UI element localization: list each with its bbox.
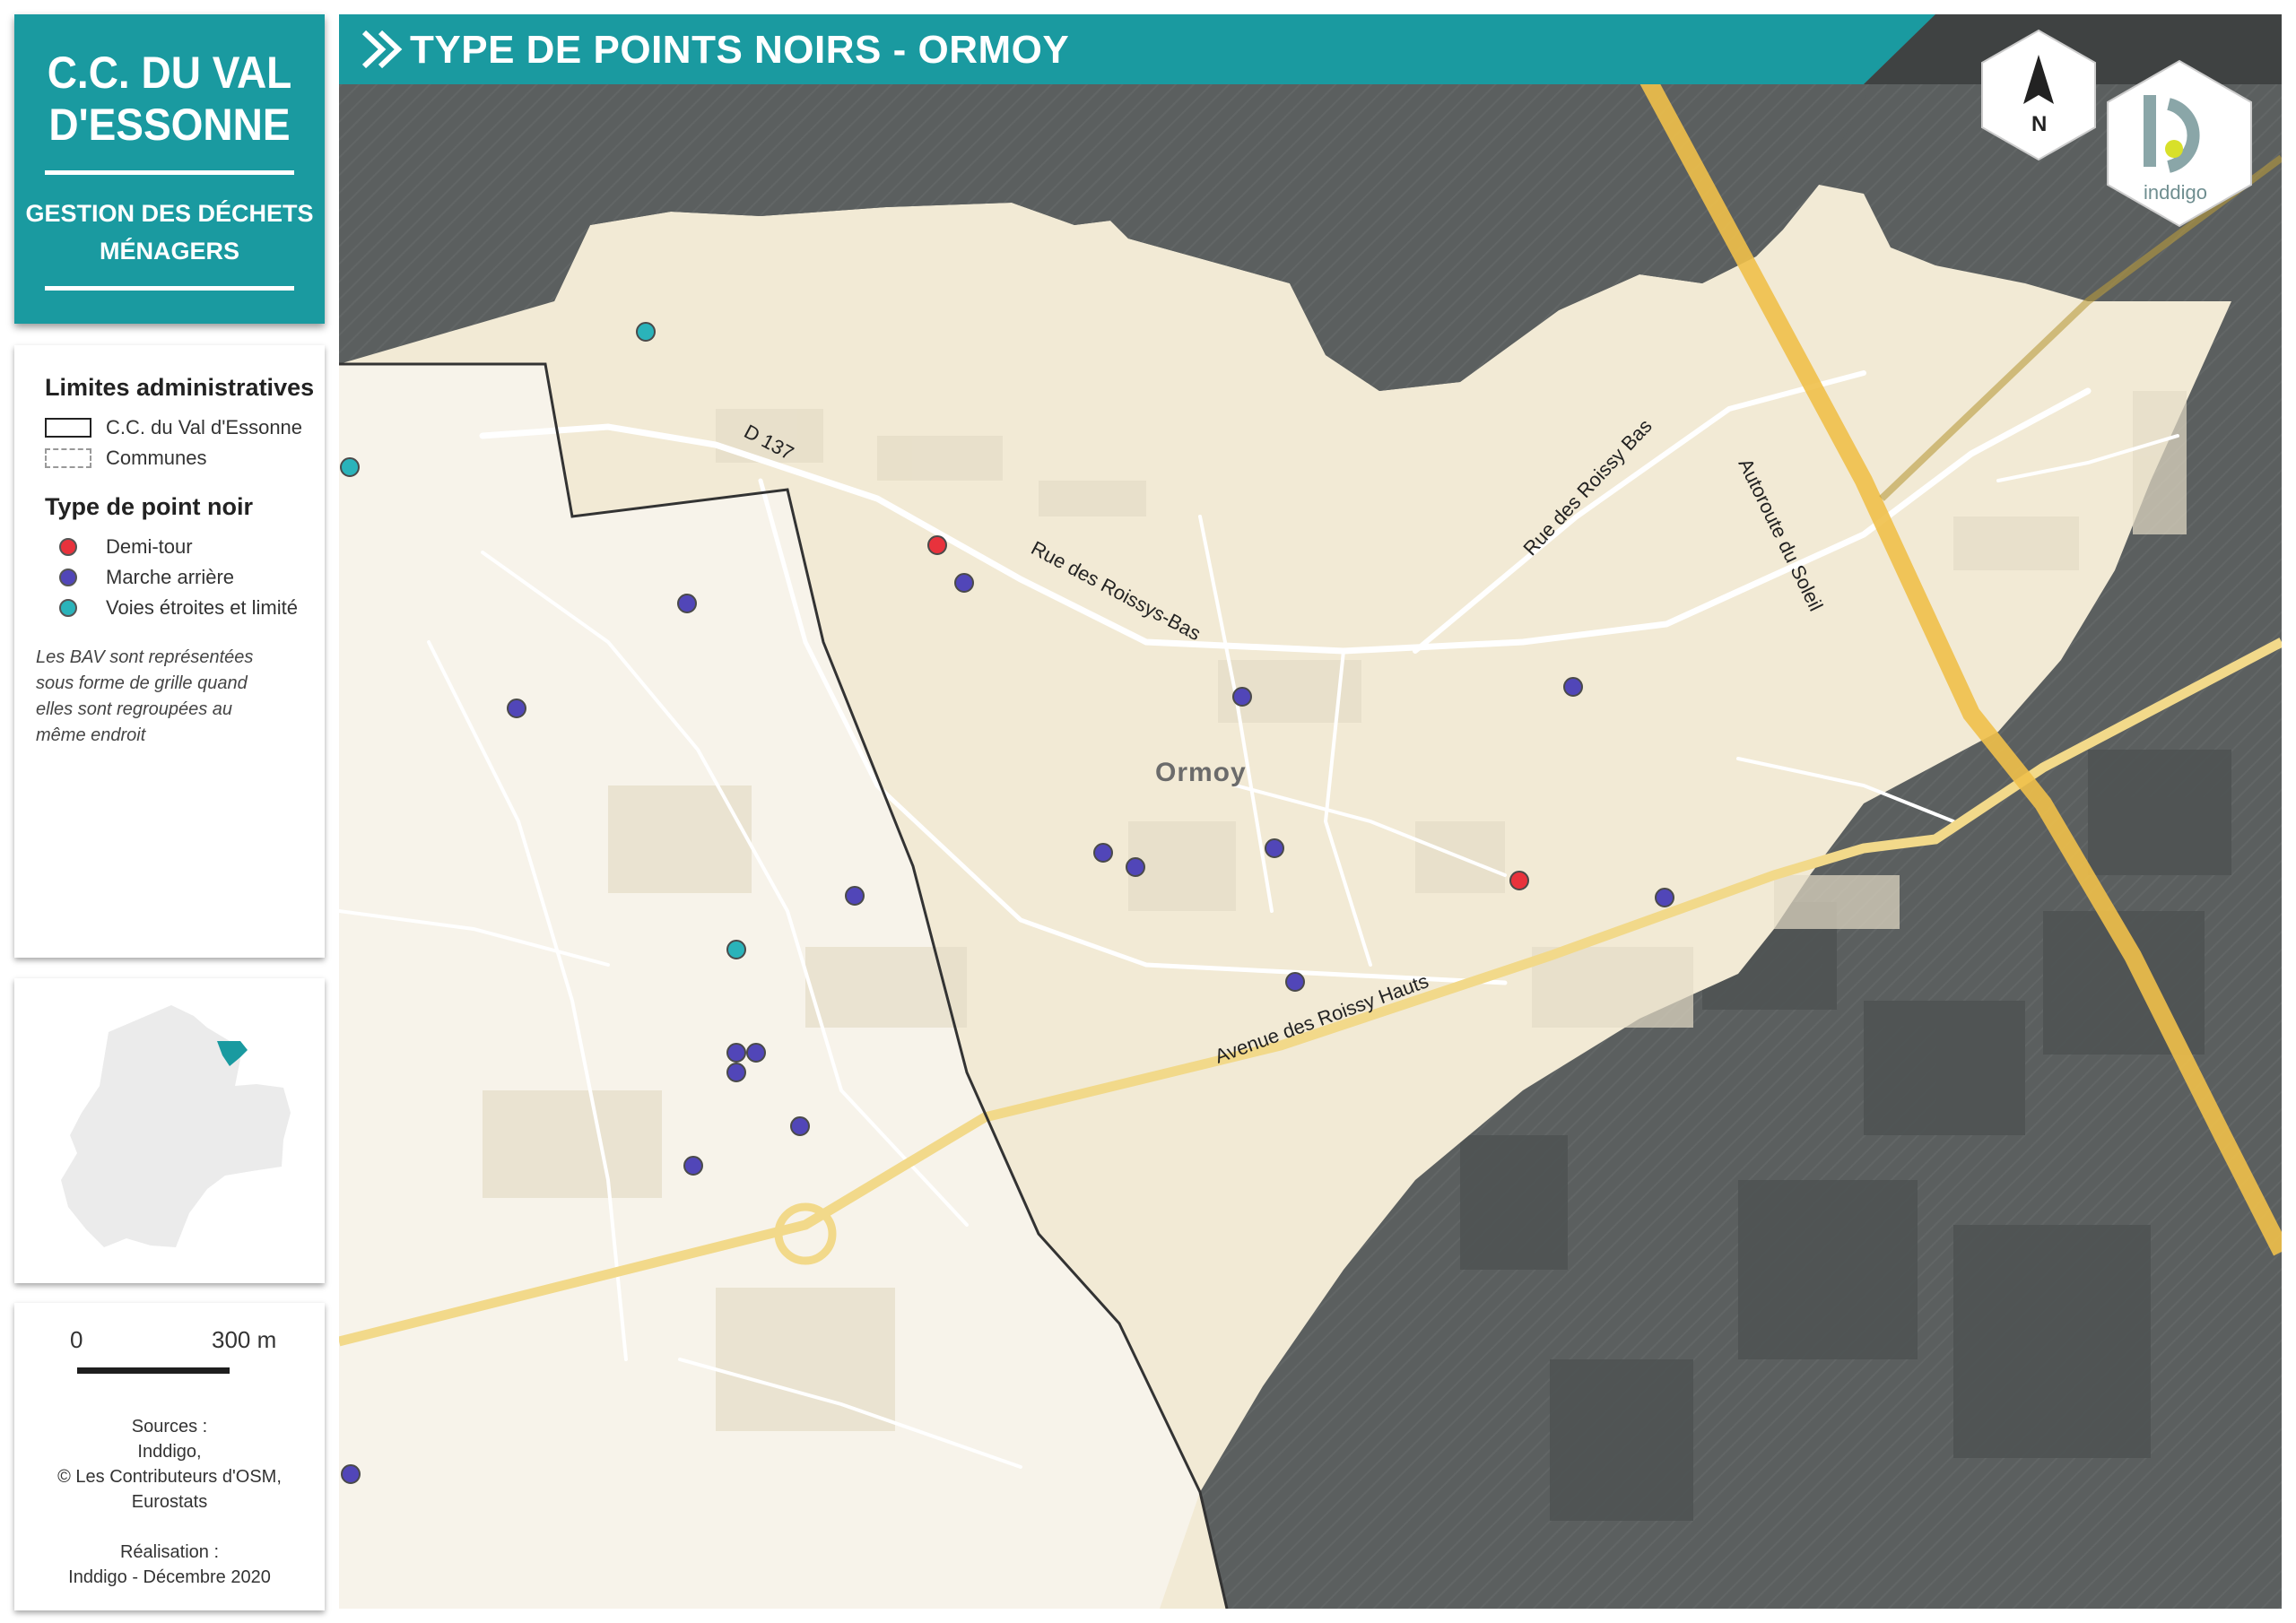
point-marche-arriere[interactable]	[1232, 687, 1252, 707]
point-marche-arriere[interactable]	[1093, 843, 1113, 863]
org-subtitle: GESTION DES DÉCHETS MÉNAGERS	[25, 200, 314, 265]
subtitle-rule	[45, 286, 294, 291]
point-marche-arriere[interactable]	[726, 1063, 746, 1082]
legend-item-marche-arriere: Marche arrière	[45, 562, 325, 593]
legend-item-demi-tour: Demi-tour	[45, 532, 325, 562]
point-marche-arriere[interactable]	[845, 886, 865, 906]
point-demi-tour[interactable]	[927, 535, 947, 555]
legend-item-communes-label: Communes	[106, 447, 207, 469]
legend-item-communes: Communes	[45, 443, 325, 473]
teal-dot-icon	[59, 599, 77, 617]
legend-type-title: Type de point noir	[45, 493, 253, 520]
legend-admin-title: Limites administratives	[45, 374, 315, 401]
point-marche-arriere[interactable]	[1655, 888, 1674, 907]
point-marche-arriere[interactable]	[1285, 972, 1305, 992]
legend-item-cc-label: C.C. du Val d'Essonne	[106, 416, 303, 438]
point-marche-arriere[interactable]	[1126, 857, 1145, 877]
map-frame[interactable]: D 137 Rue des Roissys-Bas Rue des Roissy…	[339, 14, 2282, 1609]
legend-item-voies-etroites-label: Voies étroites et limité	[106, 596, 298, 619]
point-marche-arriere[interactable]	[1563, 677, 1583, 697]
sources-label: Sources :	[131, 1417, 208, 1436]
sources-line-1: Inddigo,	[137, 1442, 202, 1462]
point-marche-arriere[interactable]	[790, 1116, 810, 1136]
point-voies-etroites[interactable]	[636, 322, 656, 342]
map-title: TYPE DE POINTS NOIRS - ORMOY	[410, 28, 1070, 72]
scale-sources-panel: 0 300 m Sources : Inddigo, © Les Contrib…	[14, 1303, 325, 1610]
cc-territory-shape	[61, 1005, 291, 1247]
point-demi-tour[interactable]	[1509, 871, 1529, 890]
org-title: C.C. DU VAL D'ESSONNE	[47, 48, 292, 150]
logo-text: inddigo	[2144, 181, 2207, 204]
red-dot-icon	[59, 538, 77, 556]
point-voies-etroites[interactable]	[340, 457, 360, 477]
logo-dot-icon	[2165, 140, 2183, 158]
locator-minimap	[14, 978, 325, 1283]
point-marche-arriere[interactable]	[954, 573, 974, 593]
sources-line-2: © Les Contributeurs d'OSM,	[57, 1467, 282, 1487]
legend-note: Les BAV sont représentées sous forme de …	[36, 647, 254, 745]
locator-map-svg	[61, 1005, 291, 1247]
point-marche-arriere[interactable]	[683, 1156, 703, 1176]
legend-panel: Limites administratives C.C. du Val d'Es…	[14, 345, 325, 958]
title-panel: C.C. DU VAL D'ESSONNE GESTION DES DÉCHET…	[14, 14, 325, 324]
purple-dot-icon	[59, 568, 77, 586]
north-label: N	[2031, 112, 2047, 136]
scale-zero-label: 0	[70, 1326, 83, 1353]
legend-item-cc: C.C. du Val d'Essonne	[45, 412, 325, 443]
scale-end-label: 300 m	[212, 1326, 277, 1353]
legend-item-marche-arriere-label: Marche arrière	[106, 566, 235, 588]
scale-bar	[77, 1367, 230, 1374]
sources-line-3: Eurostats	[131, 1492, 208, 1512]
point-marche-arriere[interactable]	[341, 1464, 361, 1484]
commune-boundary-symbol	[45, 448, 91, 468]
point-marche-arriere[interactable]	[1265, 838, 1284, 858]
point-voies-etroites[interactable]	[726, 940, 746, 959]
logo-bar-icon	[2144, 95, 2156, 167]
legend-item-voies-etroites: Voies étroites et limité	[45, 593, 325, 623]
point-marche-arriere[interactable]	[677, 594, 697, 613]
point-marche-arriere[interactable]	[507, 699, 526, 718]
map-canvas[interactable]: D 137 Rue des Roissys-Bas Rue des Roissy…	[339, 14, 2282, 1609]
realisation-text: Inddigo - Décembre 2020	[68, 1567, 271, 1587]
point-marche-arriere[interactable]	[746, 1043, 766, 1063]
realisation-label: Réalisation :	[119, 1542, 220, 1562]
commune-label-ormoy: Ormoy	[1155, 758, 1247, 787]
cc-boundary-symbol	[45, 418, 91, 438]
point-marche-arriere[interactable]	[726, 1043, 746, 1063]
legend-item-demi-tour-label: Demi-tour	[106, 535, 193, 558]
